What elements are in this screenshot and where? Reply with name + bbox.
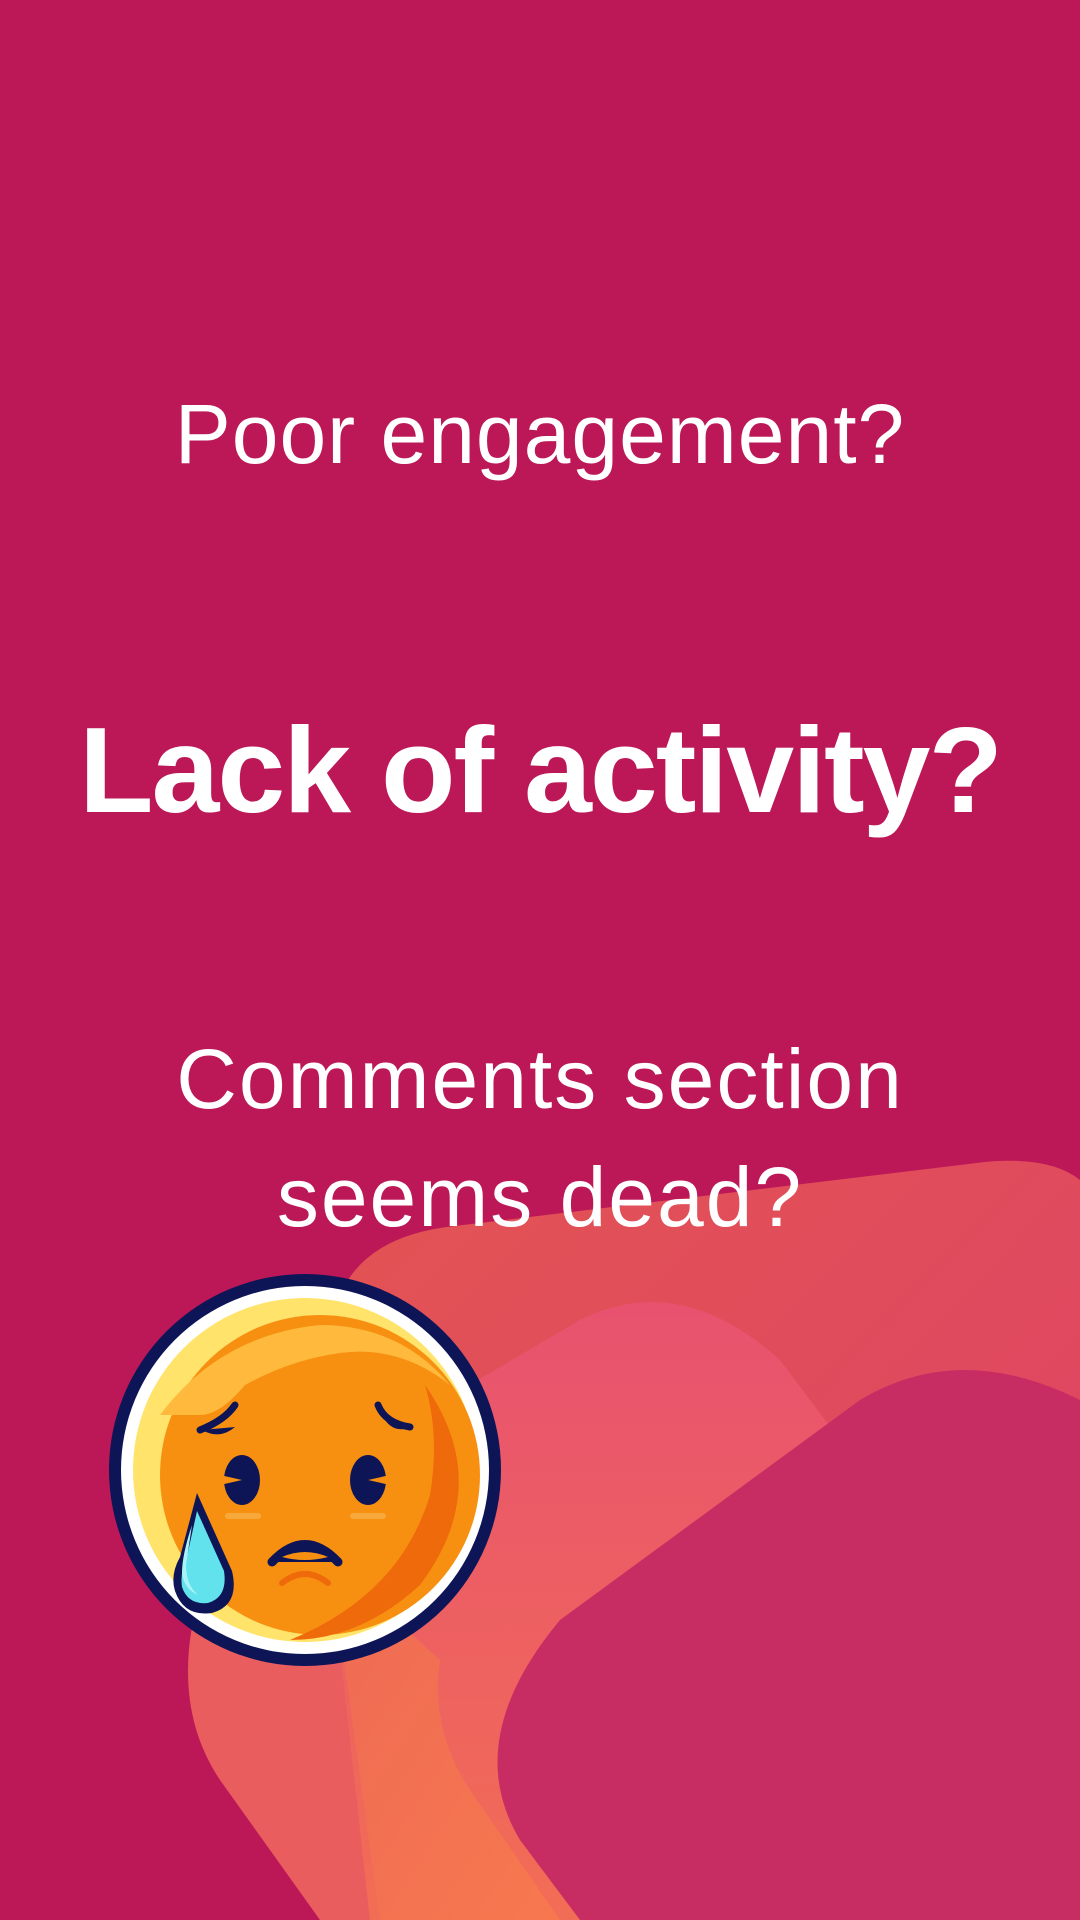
headline-comments-line-1: Comments section [176,1032,904,1126]
headline-lack-of-activity: Lack of activity? [79,702,1003,838]
headline-poor-engagement: Poor engagement? [174,387,906,481]
poster: Poor engagement? Lack of activity? Comme… [0,0,1080,1920]
headline-comments-line-2: seems dead? [276,1150,804,1244]
headline-comments-dead: Comments section seems dead? [0,1020,1080,1256]
sad-face-with-sweat-drop-icon [109,1274,501,1666]
